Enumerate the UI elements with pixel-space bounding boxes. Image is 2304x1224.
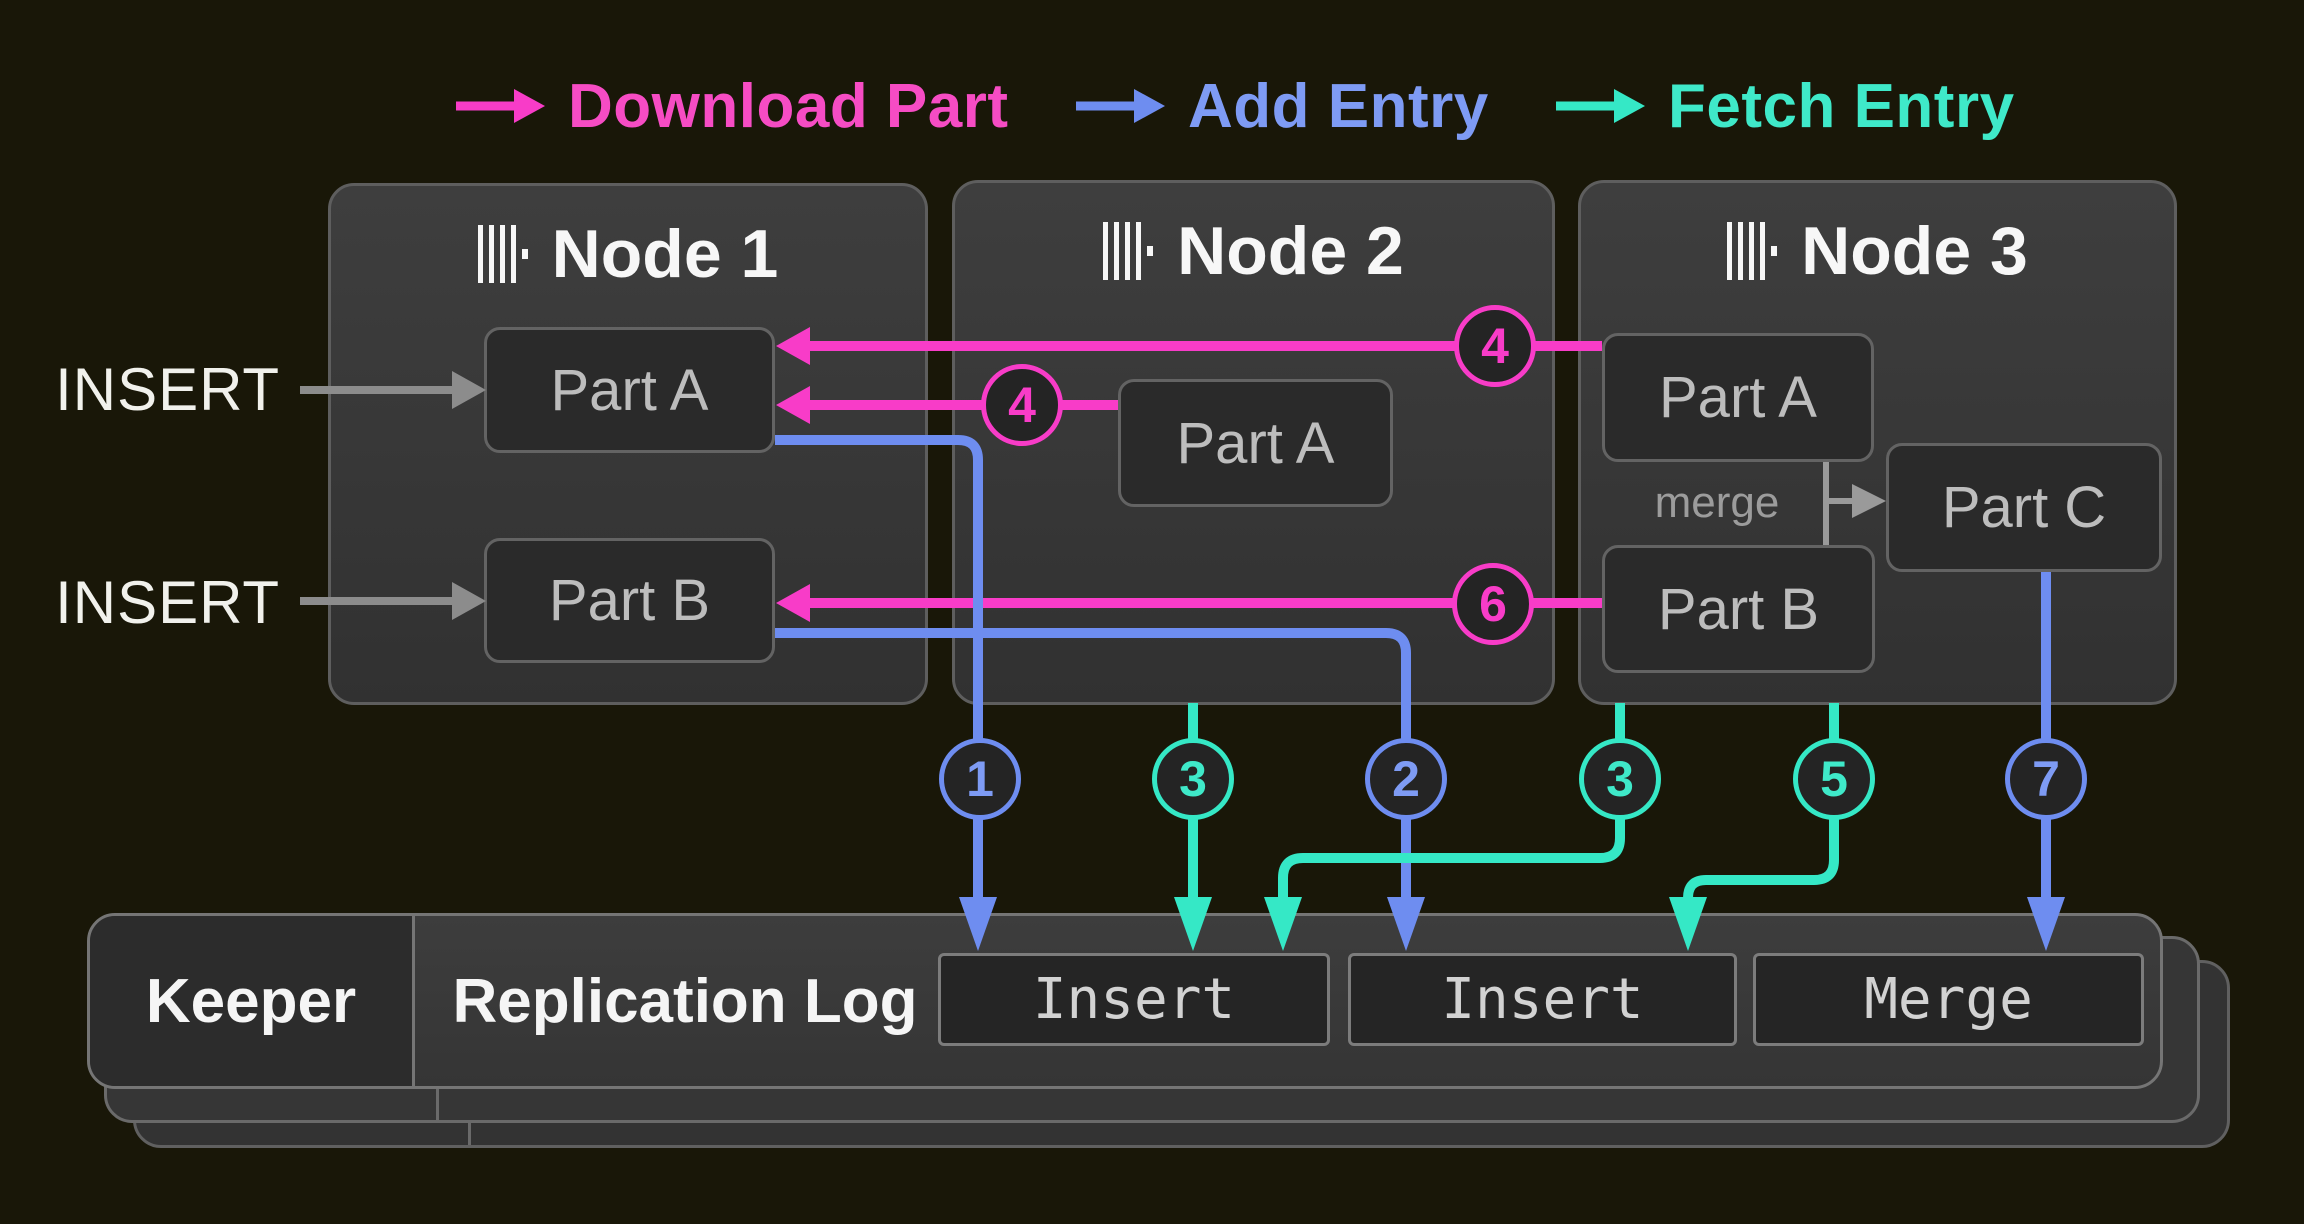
keeper-label: Keeper xyxy=(146,966,356,1037)
step-badge-7: 7 xyxy=(2005,738,2087,820)
badge-label: 1 xyxy=(966,750,994,808)
keeper-section: Keeper xyxy=(90,916,415,1086)
step-badge-4-node3: 4 xyxy=(1454,305,1536,387)
badge-label: 3 xyxy=(1606,750,1634,808)
step-badge-3b: 3 xyxy=(1579,738,1661,820)
part-label: Part A xyxy=(1659,364,1817,431)
log-entry-merge: Merge xyxy=(1753,953,2144,1046)
legend-label: Download Part xyxy=(568,71,1009,142)
replication-diagram: Download Part Add Entry Fetch Entry INSE… xyxy=(0,0,2304,1224)
node3-part-a: Part A xyxy=(1602,333,1874,462)
clickhouse-icon xyxy=(1103,221,1157,281)
legend-item-add-entry: Add Entry xyxy=(1072,68,1489,144)
log-entry-label: Insert xyxy=(1441,967,1643,1032)
part-label: Part A xyxy=(551,357,709,424)
badge-label: 5 xyxy=(1820,750,1848,808)
replication-log-title: Replication Log xyxy=(420,916,950,1086)
node-3-title: Node 3 xyxy=(1581,213,2174,289)
part-label: Part B xyxy=(549,567,710,634)
log-entry-label: Insert xyxy=(1033,967,1235,1032)
badge-label: 6 xyxy=(1479,575,1507,633)
step-badge-2: 2 xyxy=(1365,738,1447,820)
badge-label: 7 xyxy=(2032,750,2060,808)
node3-part-c: Part C xyxy=(1886,443,2162,572)
insert-label-2: INSERT xyxy=(36,568,280,637)
step-badge-5: 5 xyxy=(1793,738,1875,820)
fetch-entry-lines xyxy=(1193,703,1834,898)
node-title-label: Node 2 xyxy=(1177,212,1404,290)
part-label: Part B xyxy=(1658,576,1819,643)
node1-part-b: Part B xyxy=(484,538,775,663)
legend-label: Add Entry xyxy=(1188,71,1489,142)
legend-item-fetch-entry: Fetch Entry xyxy=(1552,68,2015,144)
node-1-title: Node 1 xyxy=(331,216,925,292)
log-entry-insert-2: Insert xyxy=(1348,953,1737,1046)
part-label: Part C xyxy=(1942,474,2106,541)
part-label: Part A xyxy=(1177,410,1335,477)
step-badge-1: 1 xyxy=(939,738,1021,820)
badge-label: 4 xyxy=(1481,317,1509,375)
node-title-label: Node 1 xyxy=(552,215,779,293)
node1-part-a: Part A xyxy=(484,327,775,453)
node-2-title: Node 2 xyxy=(955,213,1552,289)
badge-label: 3 xyxy=(1179,750,1207,808)
badge-label: 2 xyxy=(1392,750,1420,808)
legend-item-download-part: Download Part xyxy=(452,68,1009,144)
step-badge-3a: 3 xyxy=(1152,738,1234,820)
node-title-label: Node 3 xyxy=(1801,212,2028,290)
merge-label: merge xyxy=(1617,478,1817,528)
add-entry-arrow-icon xyxy=(1072,71,1166,141)
node3-part-b: Part B xyxy=(1602,545,1875,673)
step-badge-6: 6 xyxy=(1452,563,1534,645)
step-badge-4-node2: 4 xyxy=(981,364,1063,446)
clickhouse-icon xyxy=(478,224,532,284)
insert-label-1: INSERT xyxy=(36,355,280,424)
legend-label: Fetch Entry xyxy=(1668,71,2015,142)
clickhouse-icon xyxy=(1727,221,1781,281)
badge-label: 4 xyxy=(1008,376,1036,434)
log-entry-label: Merge xyxy=(1864,967,2033,1032)
node2-part-a: Part A xyxy=(1118,379,1393,507)
log-entry-insert-1: Insert xyxy=(938,953,1330,1046)
download-part-arrow-icon xyxy=(452,71,546,141)
fetch-entry-arrow-icon xyxy=(1552,71,1646,141)
